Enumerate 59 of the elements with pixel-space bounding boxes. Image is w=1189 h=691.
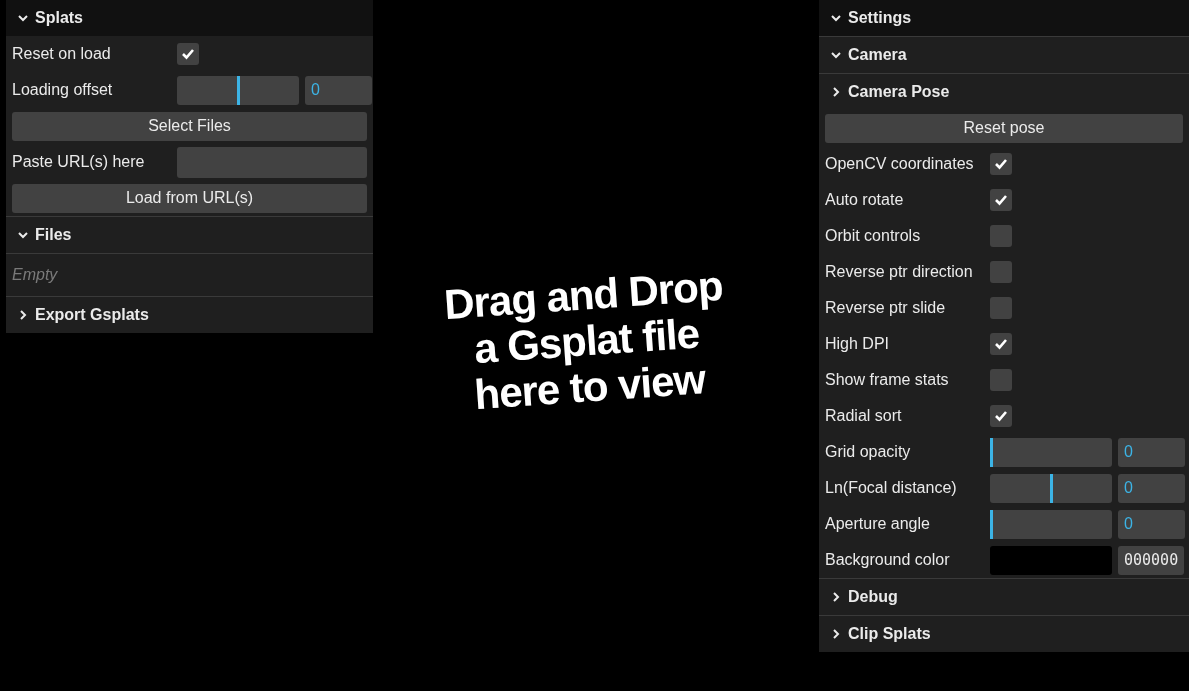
empty-list-message: Empty xyxy=(11,265,59,285)
section-header[interactable]: Settings xyxy=(819,0,1189,36)
field-label: Auto rotate xyxy=(825,191,905,209)
field-label: Show frame stats xyxy=(825,371,950,389)
url-input-field[interactable] xyxy=(177,146,367,178)
checkmark-icon xyxy=(994,158,1008,170)
checkbox[interactable] xyxy=(990,405,1012,427)
checkbox[interactable] xyxy=(990,153,1012,175)
checkbox[interactable] xyxy=(990,225,1012,247)
field-label: Paste URL(s) here xyxy=(12,153,146,171)
number-field[interactable]: 0 xyxy=(305,75,372,105)
field-label: OpenCV coordinates xyxy=(825,155,975,173)
slider-track[interactable] xyxy=(990,473,1112,503)
chevron-down-icon xyxy=(831,50,841,60)
section-header[interactable]: Splats xyxy=(6,0,373,36)
action-button[interactable]: Load from URL(s) xyxy=(12,183,367,213)
chevron-down-icon xyxy=(18,230,28,240)
checkbox[interactable] xyxy=(990,333,1012,355)
slider-track[interactable] xyxy=(990,509,1112,539)
hex-field[interactable]: 000000 xyxy=(1118,545,1185,575)
chevron-right-icon xyxy=(831,592,841,602)
field-label: Grid opacity xyxy=(825,443,912,461)
drop-hint-text: Drag and Drop a Gsplat file here to view xyxy=(442,262,725,421)
slider-track[interactable] xyxy=(177,75,299,105)
slider-track[interactable] xyxy=(990,437,1112,467)
checkmark-icon xyxy=(994,410,1008,422)
number-field[interactable]: 0 xyxy=(1118,509,1185,539)
field-label: Aperture angle xyxy=(825,515,931,533)
chevron-right-icon xyxy=(831,87,841,97)
slider-thumb[interactable] xyxy=(990,509,993,539)
slider-thumb[interactable] xyxy=(990,437,993,467)
field-label: Loading offset xyxy=(12,81,114,99)
checkbox[interactable] xyxy=(990,189,1012,211)
field-label: High DPI xyxy=(825,335,891,353)
chevron-down-icon xyxy=(831,13,841,23)
chevron-right-icon xyxy=(831,629,841,639)
slider-thumb[interactable] xyxy=(236,75,240,105)
field-label: Reverse ptr direction xyxy=(825,263,974,281)
action-button[interactable]: Reset pose xyxy=(825,113,1183,143)
field-label: Reset on load xyxy=(12,45,112,63)
chevron-down-icon xyxy=(18,13,28,23)
field-label: Background color xyxy=(825,551,951,569)
checkbox[interactable] xyxy=(990,369,1012,391)
field-label: Radial sort xyxy=(825,407,903,425)
checkmark-icon xyxy=(181,48,195,60)
checkbox[interactable] xyxy=(177,43,199,65)
color-swatch[interactable] xyxy=(990,545,1112,575)
field-label: Ln(Focal distance) xyxy=(825,479,958,497)
checkmark-icon xyxy=(994,194,1008,206)
field-label: Reverse ptr slide xyxy=(825,299,947,317)
checkbox[interactable] xyxy=(990,297,1012,319)
slider-thumb[interactable] xyxy=(1049,473,1053,503)
number-field[interactable]: 0 xyxy=(1118,437,1185,467)
field-label: Orbit controls xyxy=(825,227,922,245)
checkbox[interactable] xyxy=(990,261,1012,283)
chevron-right-icon xyxy=(18,310,28,320)
checkmark-icon xyxy=(994,338,1008,350)
action-button[interactable]: Select Files xyxy=(12,111,367,141)
number-field[interactable]: 0 xyxy=(1118,473,1185,503)
